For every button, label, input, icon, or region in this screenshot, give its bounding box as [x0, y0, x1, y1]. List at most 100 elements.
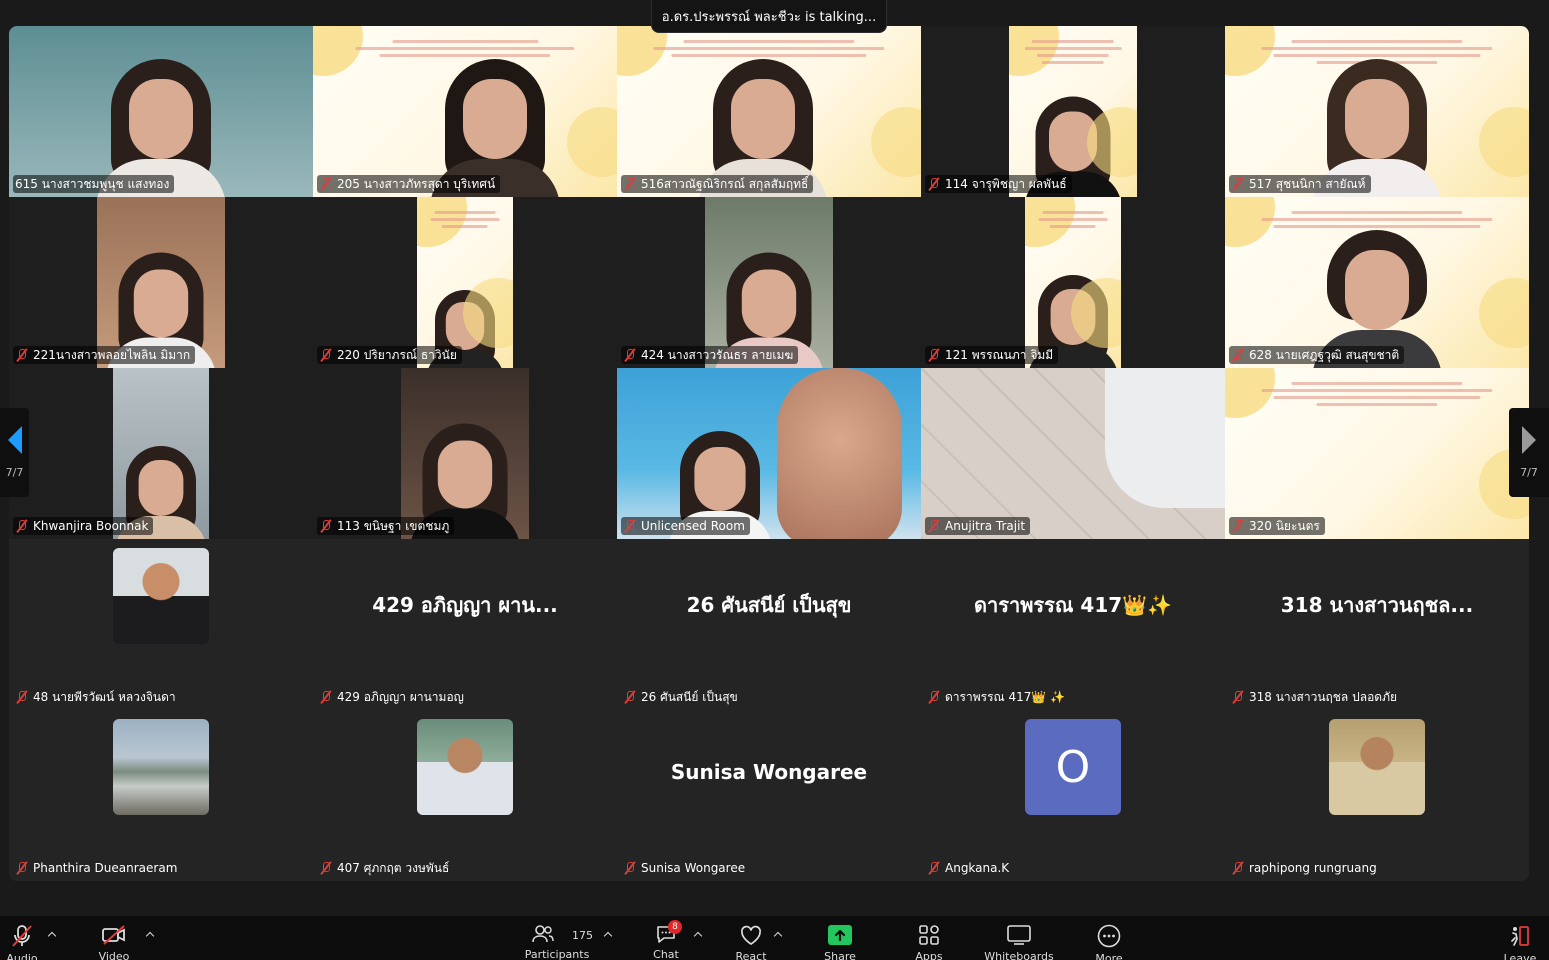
participant-tile[interactable]: 424 นางสาววรัณธร ลายเมฆ	[617, 197, 921, 368]
unread-badge: 8	[668, 920, 682, 934]
muted-mic-icon	[319, 861, 333, 875]
participant-name: 26 ศันสนีย์ เป็นสุข	[641, 689, 738, 704]
audio-options-caret[interactable]	[47, 930, 57, 940]
muted-mic-icon	[927, 177, 941, 191]
participant-tile[interactable]: 221นางสาวพลอยไพลิน มิมาก	[9, 197, 313, 368]
talking-banner: อ.ดร.ประพรรณ์ พละชีวะ is talking...	[651, 0, 887, 33]
participant-name: 628 นายเศฎฐวุฒิ สนสุขชาติ	[1249, 347, 1400, 362]
whiteboards-button[interactable]: Whiteboards	[984, 916, 1054, 960]
video-button[interactable]: Video	[96, 916, 132, 960]
react-button[interactable]: React	[734, 916, 768, 960]
participant-tile[interactable]: Sunisa Wongaree Sunisa Wongaree	[617, 710, 921, 881]
participants-options-caret[interactable]	[603, 930, 613, 940]
mic-muted-icon	[8, 924, 36, 948]
name-label: Khwanjira Boonnak	[13, 517, 154, 535]
name-label: 205 นางสาวภัทรสุดา บุริเทศน์	[317, 175, 501, 193]
participant-name: 320 นิยะนตร	[1249, 518, 1320, 533]
name-label: 221นางสาวพลอยไพลิน มิมาก	[13, 346, 196, 364]
react-options-caret[interactable]	[773, 930, 783, 940]
participant-tile[interactable]: 615 นางสาวชมพูนุช แสงทอง	[9, 26, 313, 197]
gallery-grid: 615 นางสาวชมพูนุช แสงทอง 205 นางสาวภัทรส…	[9, 26, 1529, 881]
audio-button[interactable]: Audio	[4, 916, 40, 960]
chat-button[interactable]: 8 Chat	[650, 916, 682, 960]
muted-mic-icon	[927, 519, 941, 533]
page-indicator-right: 7/7	[1520, 466, 1538, 479]
name-label: Unlicensed Room	[621, 517, 750, 535]
display-name: Sunisa Wongaree	[670, 760, 868, 784]
participant-tile[interactable]: 205 นางสาวภัทรสุดา บุริเทศน์	[313, 26, 617, 197]
participant-tile[interactable]: Khwanjira Boonnak	[9, 368, 313, 539]
whiteboards-label: Whiteboards	[984, 950, 1054, 960]
participant-tile[interactable]: 121 พรรณนภา จิมมี	[921, 197, 1225, 368]
whiteboard-icon	[1005, 924, 1033, 946]
participant-name: 220 ปริยาภรณ์ ธาวินัย	[337, 347, 457, 362]
name-label: 318 นางสาวนฤชล ปลอดภัย	[1229, 688, 1402, 706]
participants-icon	[529, 924, 557, 944]
video-feed	[9, 26, 313, 197]
participant-tile[interactable]: O Angkana.K	[921, 710, 1225, 881]
participant-tile[interactable]: 220 ปริยาภรณ์ ธาวินัย	[313, 197, 617, 368]
participant-tile[interactable]: ดาราพรรณ 417👑✨ ดาราพรรณ 417👑 ✨	[921, 539, 1225, 710]
participant-tile[interactable]: 407 ศุภกฤต วงษพันธ์	[313, 710, 617, 881]
prev-page-button[interactable]: 7/7	[0, 408, 29, 497]
name-label: 114 จารุพิชญา ผลพันธ์	[925, 175, 1072, 193]
display-name: 318 นางสาวนฤชล...	[1280, 593, 1474, 617]
muted-mic-icon	[927, 690, 941, 704]
video-feed	[313, 26, 617, 197]
muted-mic-icon	[15, 861, 29, 875]
apps-button[interactable]: Apps	[912, 916, 946, 960]
participant-tile[interactable]: Anujitra Trajit	[921, 368, 1225, 539]
more-button[interactable]: More	[1092, 916, 1126, 960]
participant-name: 429 อภิญญา ผานามอญ	[337, 689, 464, 704]
participant-tile[interactable]: 114 จารุพิชญา ผลพันธ์	[921, 26, 1225, 197]
name-label: 113 ขนิษฐา เขตชมภู	[317, 517, 455, 535]
participant-tile[interactable]: 113 ขนิษฐา เขตชมภู	[313, 368, 617, 539]
leave-icon	[1506, 924, 1534, 948]
leave-button[interactable]: Leave	[1502, 916, 1538, 960]
participant-tile[interactable]: 429 อภิญญา ผาน... 429 อภิญญา ผานามอญ	[313, 539, 617, 710]
react-label: React	[735, 950, 767, 960]
participant-tile[interactable]: Unlicensed Room	[617, 368, 921, 539]
participant-tile[interactable]: Phanthira Dueanraeram	[9, 710, 313, 881]
apps-icon	[915, 924, 943, 946]
arrow-right-icon	[1522, 426, 1536, 454]
participant-tile[interactable]: 26 ศันสนีย์ เป็นสุข 26 ศันสนีย์ เป็นสุข	[617, 539, 921, 710]
video-feed	[617, 368, 921, 539]
participant-name: 121 พรรณนภา จิมมี	[945, 347, 1054, 362]
more-icon	[1095, 924, 1123, 948]
participant-tile[interactable]: 517 สุชนนิกา สายัณห์	[1225, 26, 1529, 197]
participant-tile[interactable]: 516สาวณัฐณิริกรณ์ สกุลสัมฤทธิ์	[617, 26, 921, 197]
share-button[interactable]: Share	[822, 916, 858, 960]
participant-tile[interactable]: 628 นายเศฎฐวุฒิ สนสุขชาติ	[1225, 197, 1529, 368]
chat-options-caret[interactable]	[693, 930, 703, 940]
participant-tile[interactable]: 320 นิยะนตร	[1225, 368, 1529, 539]
participant-name: 48 นายพีรวัฒน์ หลวงจินดา	[33, 689, 176, 704]
video-feed	[921, 368, 1225, 539]
name-label: ดาราพรรณ 417👑 ✨	[925, 688, 1070, 706]
participant-tile[interactable]: raphipong rungruang	[1225, 710, 1529, 881]
video-feed	[1225, 197, 1529, 368]
video-feed	[1225, 26, 1529, 197]
next-page-button[interactable]: 7/7	[1509, 408, 1549, 497]
participant-tile[interactable]: 48 นายพีรวัฒน์ หลวงจินดา	[9, 539, 313, 710]
participant-name: raphipong rungruang	[1249, 861, 1377, 875]
meeting-toolbar: Audio Video Participants 175 8 Chat Reac…	[0, 916, 1549, 960]
share-screen-icon	[826, 924, 854, 946]
participant-name: 113 ขนิษฐา เขตชมภู	[337, 518, 450, 533]
muted-mic-icon	[1231, 861, 1245, 875]
page-indicator-left: 7/7	[5, 466, 24, 479]
muted-mic-icon	[15, 348, 29, 362]
muted-mic-icon	[319, 348, 333, 362]
participant-tile[interactable]: 318 นางสาวนฤชล... 318 นางสาวนฤชล ปลอดภัย	[1225, 539, 1529, 710]
name-label: raphipong rungruang	[1229, 859, 1382, 877]
participant-name: 424 นางสาววรัณธร ลายเมฆ	[641, 347, 794, 362]
name-label: 48 นายพีรวัฒน์ หลวงจินดา	[13, 688, 181, 706]
video-options-caret[interactable]	[145, 930, 155, 940]
video-feed	[401, 368, 529, 539]
participant-name: ดาราพรรณ 417👑 ✨	[945, 689, 1066, 704]
muted-mic-icon	[927, 348, 941, 362]
participant-name: 517 สุชนนิกา สายัณห์	[1249, 176, 1366, 191]
share-label: Share	[824, 950, 856, 960]
video-feed	[417, 197, 513, 368]
display-name: 26 ศันสนีย์ เป็นสุข	[686, 593, 852, 617]
